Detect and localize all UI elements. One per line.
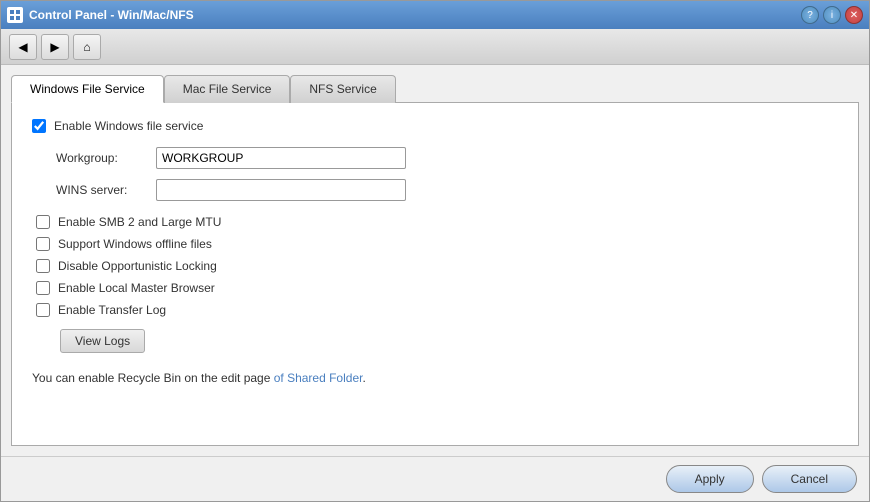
- tab-windows-file-service[interactable]: Windows File Service: [11, 75, 164, 103]
- disable-oplocking-label[interactable]: Disable Opportunistic Locking: [58, 259, 217, 273]
- main-window: Control Panel - Win/Mac/NFS ? i ✕ ◀ ▶ ⌂ …: [0, 0, 870, 502]
- wins-label: WINS server:: [56, 183, 156, 197]
- master-browser-row: Enable Local Master Browser: [36, 281, 838, 295]
- info-text-after: .: [362, 371, 365, 385]
- enable-smb2-checkbox[interactable]: [36, 215, 50, 229]
- back-icon: ◀: [18, 40, 27, 54]
- workgroup-input[interactable]: [156, 147, 406, 169]
- content-area: Windows File Service Mac File Service NF…: [1, 65, 869, 456]
- enable-smb2-label[interactable]: Enable SMB 2 and Large MTU: [58, 215, 221, 229]
- titlebar: Control Panel - Win/Mac/NFS ? i ✕: [1, 1, 869, 29]
- forward-icon: ▶: [50, 40, 59, 54]
- window-title: Control Panel - Win/Mac/NFS: [29, 8, 795, 22]
- apply-button[interactable]: Apply: [666, 465, 754, 493]
- app-icon: [7, 7, 23, 23]
- enable-windows-row: Enable Windows file service: [32, 119, 838, 133]
- info-button[interactable]: i: [823, 6, 841, 24]
- oplocking-row: Disable Opportunistic Locking: [36, 259, 838, 273]
- home-button[interactable]: ⌂: [73, 34, 101, 60]
- enable-master-browser-label[interactable]: Enable Local Master Browser: [58, 281, 215, 295]
- transfer-log-row: Enable Transfer Log: [36, 303, 838, 317]
- forward-button[interactable]: ▶: [41, 34, 69, 60]
- close-button[interactable]: ✕: [845, 6, 863, 24]
- tab-mac-file-service[interactable]: Mac File Service: [164, 75, 291, 103]
- view-logs-container: View Logs: [36, 325, 838, 353]
- support-offline-checkbox[interactable]: [36, 237, 50, 251]
- enable-master-browser-checkbox[interactable]: [36, 281, 50, 295]
- tab-nfs-service[interactable]: NFS Service: [290, 75, 395, 103]
- info-text-before: You can enable Recycle Bin on the edit p…: [32, 371, 274, 385]
- cancel-button[interactable]: Cancel: [762, 465, 857, 493]
- enable-transfer-log-label[interactable]: Enable Transfer Log: [58, 303, 166, 317]
- enable-windows-label[interactable]: Enable Windows file service: [54, 119, 203, 133]
- workgroup-section: Workgroup: WINS server:: [56, 147, 838, 201]
- disable-oplocking-checkbox[interactable]: [36, 259, 50, 273]
- shared-folder-link[interactable]: of Shared Folder: [274, 371, 363, 385]
- toolbar: ◀ ▶ ⌂: [1, 29, 869, 65]
- home-icon: ⌂: [83, 40, 90, 54]
- help-button[interactable]: ?: [801, 6, 819, 24]
- panel-windows-file-service: Enable Windows file service Workgroup: W…: [11, 102, 859, 446]
- tab-bar: Windows File Service Mac File Service NF…: [11, 75, 859, 103]
- info-text: You can enable Recycle Bin on the edit p…: [32, 371, 838, 385]
- support-offline-label[interactable]: Support Windows offline files: [58, 237, 212, 251]
- workgroup-label: Workgroup:: [56, 151, 156, 165]
- footer: Apply Cancel: [1, 456, 869, 501]
- workgroup-row: Workgroup:: [56, 147, 838, 169]
- back-button[interactable]: ◀: [9, 34, 37, 60]
- offline-files-row: Support Windows offline files: [36, 237, 838, 251]
- titlebar-buttons: ? i ✕: [801, 6, 863, 24]
- enable-transfer-log-checkbox[interactable]: [36, 303, 50, 317]
- view-logs-button[interactable]: View Logs: [60, 329, 145, 353]
- wins-row: WINS server:: [56, 179, 838, 201]
- wins-input[interactable]: [156, 179, 406, 201]
- smb2-row: Enable SMB 2 and Large MTU: [36, 215, 838, 229]
- enable-windows-checkbox[interactable]: [32, 119, 46, 133]
